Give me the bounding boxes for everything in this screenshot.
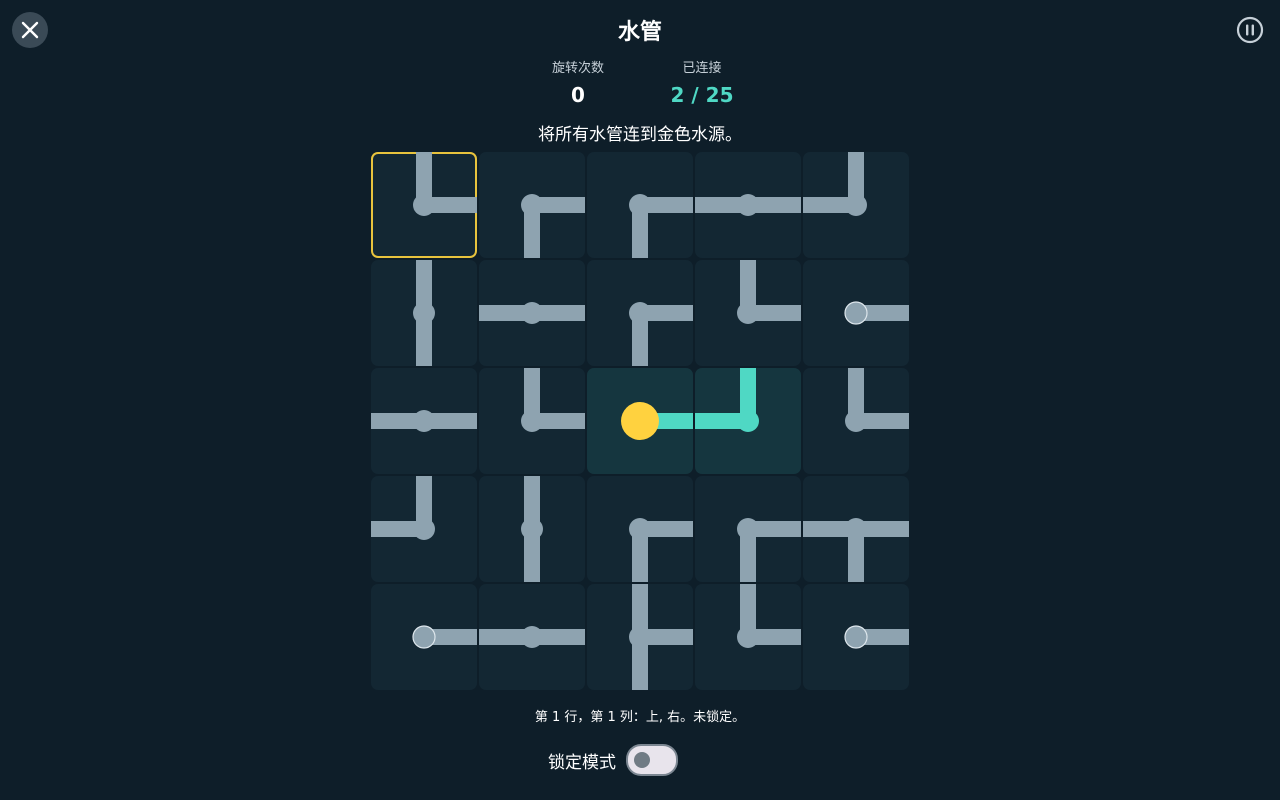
pipe-graphic: [845, 368, 909, 432]
pipe-joint: [521, 194, 543, 216]
pipe-tile-r3-c1[interactable]: [371, 368, 477, 474]
pipe-graphic: [479, 302, 585, 324]
pipe-graphic: [844, 625, 909, 649]
lock-mode-toggle[interactable]: [626, 744, 678, 776]
pipe-tile-r5-c3[interactable]: [587, 584, 693, 690]
instruction-text: 将所有水管连到金色水源。: [538, 125, 742, 145]
connected-value: 2 / 25: [670, 83, 734, 107]
pipe-joint: [737, 302, 759, 324]
pipe-tile-r3-c3[interactable]: [587, 368, 693, 474]
pipe-tile-r1-c4[interactable]: [695, 152, 801, 258]
pipe-joint: [413, 194, 435, 216]
pipe-joint: [737, 518, 759, 540]
pipe-graphic: [629, 584, 693, 690]
moves-stat: 旋转次数 0: [518, 60, 638, 107]
pipe-tile-r1-c2[interactable]: [479, 152, 585, 258]
pipe-joint: [845, 518, 867, 540]
pipe-graphic: [844, 301, 909, 325]
pipe-tile-r4-c1[interactable]: [371, 476, 477, 582]
pipe-graphic: [629, 302, 693, 366]
pipe-graphic: [803, 152, 867, 216]
pipe-graphic: [737, 260, 801, 324]
selection-status: 第 1 行，第 1 列：上, 右。未锁定。: [534, 710, 746, 725]
pipe-tile-r5-c5[interactable]: [803, 584, 909, 690]
pipe-joint: [737, 194, 759, 216]
pipe-board: [371, 152, 909, 690]
pipe-graphic: [695, 368, 759, 432]
pipe-tile-r1-c1[interactable]: [371, 152, 477, 258]
pipe-graphic: [413, 260, 435, 366]
pipe-joint: [737, 410, 759, 432]
lock-mode-label: 锁定模式: [548, 752, 616, 773]
pipe-tile-r2-c1[interactable]: [371, 260, 477, 366]
pipe-joint: [413, 302, 435, 324]
pipe-tile-r2-c2[interactable]: [479, 260, 585, 366]
pipe-joint: [845, 410, 867, 432]
pipe-joint: [521, 302, 543, 324]
pipe-graphic: [737, 518, 801, 582]
pipe-tile-r4-c3[interactable]: [587, 476, 693, 582]
lock-mode-row: 锁定模式: [548, 744, 678, 776]
pipe-tile-r2-c5[interactable]: [803, 260, 909, 366]
pipe-graphic: [479, 626, 585, 648]
connected-label: 已连接: [682, 61, 722, 76]
pipe-endpoint-icon: [412, 625, 436, 649]
pipe-tile-r1-c5[interactable]: [803, 152, 909, 258]
pipe-endpoint-icon: [844, 625, 868, 649]
pipe-tile-r2-c4[interactable]: [695, 260, 801, 366]
pipe-tile-r4-c2[interactable]: [479, 476, 585, 582]
pipe-graphic: [621, 402, 693, 440]
pipe-joint: [845, 194, 867, 216]
pipe-tile-r4-c4[interactable]: [695, 476, 801, 582]
pipe-tile-r4-c5[interactable]: [803, 476, 909, 582]
pipe-tile-r5-c1[interactable]: [371, 584, 477, 690]
pipe-joint: [521, 410, 543, 432]
water-source-icon: [621, 402, 659, 440]
pipe-graphic: [737, 584, 801, 648]
pause-button[interactable]: [1236, 16, 1264, 44]
pipe-graphic: [371, 476, 435, 540]
moves-label: 旋转次数: [551, 61, 604, 76]
pipe-tile-r5-c4[interactable]: [695, 584, 801, 690]
pipe-joint: [629, 518, 651, 540]
pipe-endpoint-icon: [844, 301, 868, 325]
pipe-joint: [413, 518, 435, 540]
pipe-joint: [521, 626, 543, 648]
pipe-joint: [413, 410, 435, 432]
pipe-joint: [737, 626, 759, 648]
pipe-graphic: [371, 410, 477, 432]
pipe-tile-r5-c2[interactable]: [479, 584, 585, 690]
page-title: 水管: [617, 20, 662, 45]
pipe-joint: [521, 518, 543, 540]
pipe-graphic: [695, 194, 801, 216]
pipe-joint: [629, 626, 651, 648]
pipe-tile-r1-c3[interactable]: [587, 152, 693, 258]
pipe-graphic: [413, 152, 477, 216]
pipe-graphic: [629, 194, 693, 258]
pipe-graphic: [521, 368, 585, 432]
pipe-graphic: [803, 518, 909, 582]
moves-value: 0: [571, 83, 585, 107]
pipe-graphic: [521, 194, 585, 258]
pipe-tile-r3-c2[interactable]: [479, 368, 585, 474]
pipe-graphic: [521, 476, 543, 582]
pipe-joint: [629, 194, 651, 216]
pipe-graphic: [629, 518, 693, 582]
pipe-graphic: [412, 625, 477, 649]
pause-icon: [1236, 16, 1264, 44]
connected-stat: 已连接 2 / 25: [642, 60, 762, 107]
toggle-knob: [634, 752, 650, 768]
pipe-tile-r3-c5[interactable]: [803, 368, 909, 474]
pipe-tile-r2-c3[interactable]: [587, 260, 693, 366]
pipe-joint: [629, 302, 651, 324]
pipe-tile-r3-c4[interactable]: [695, 368, 801, 474]
